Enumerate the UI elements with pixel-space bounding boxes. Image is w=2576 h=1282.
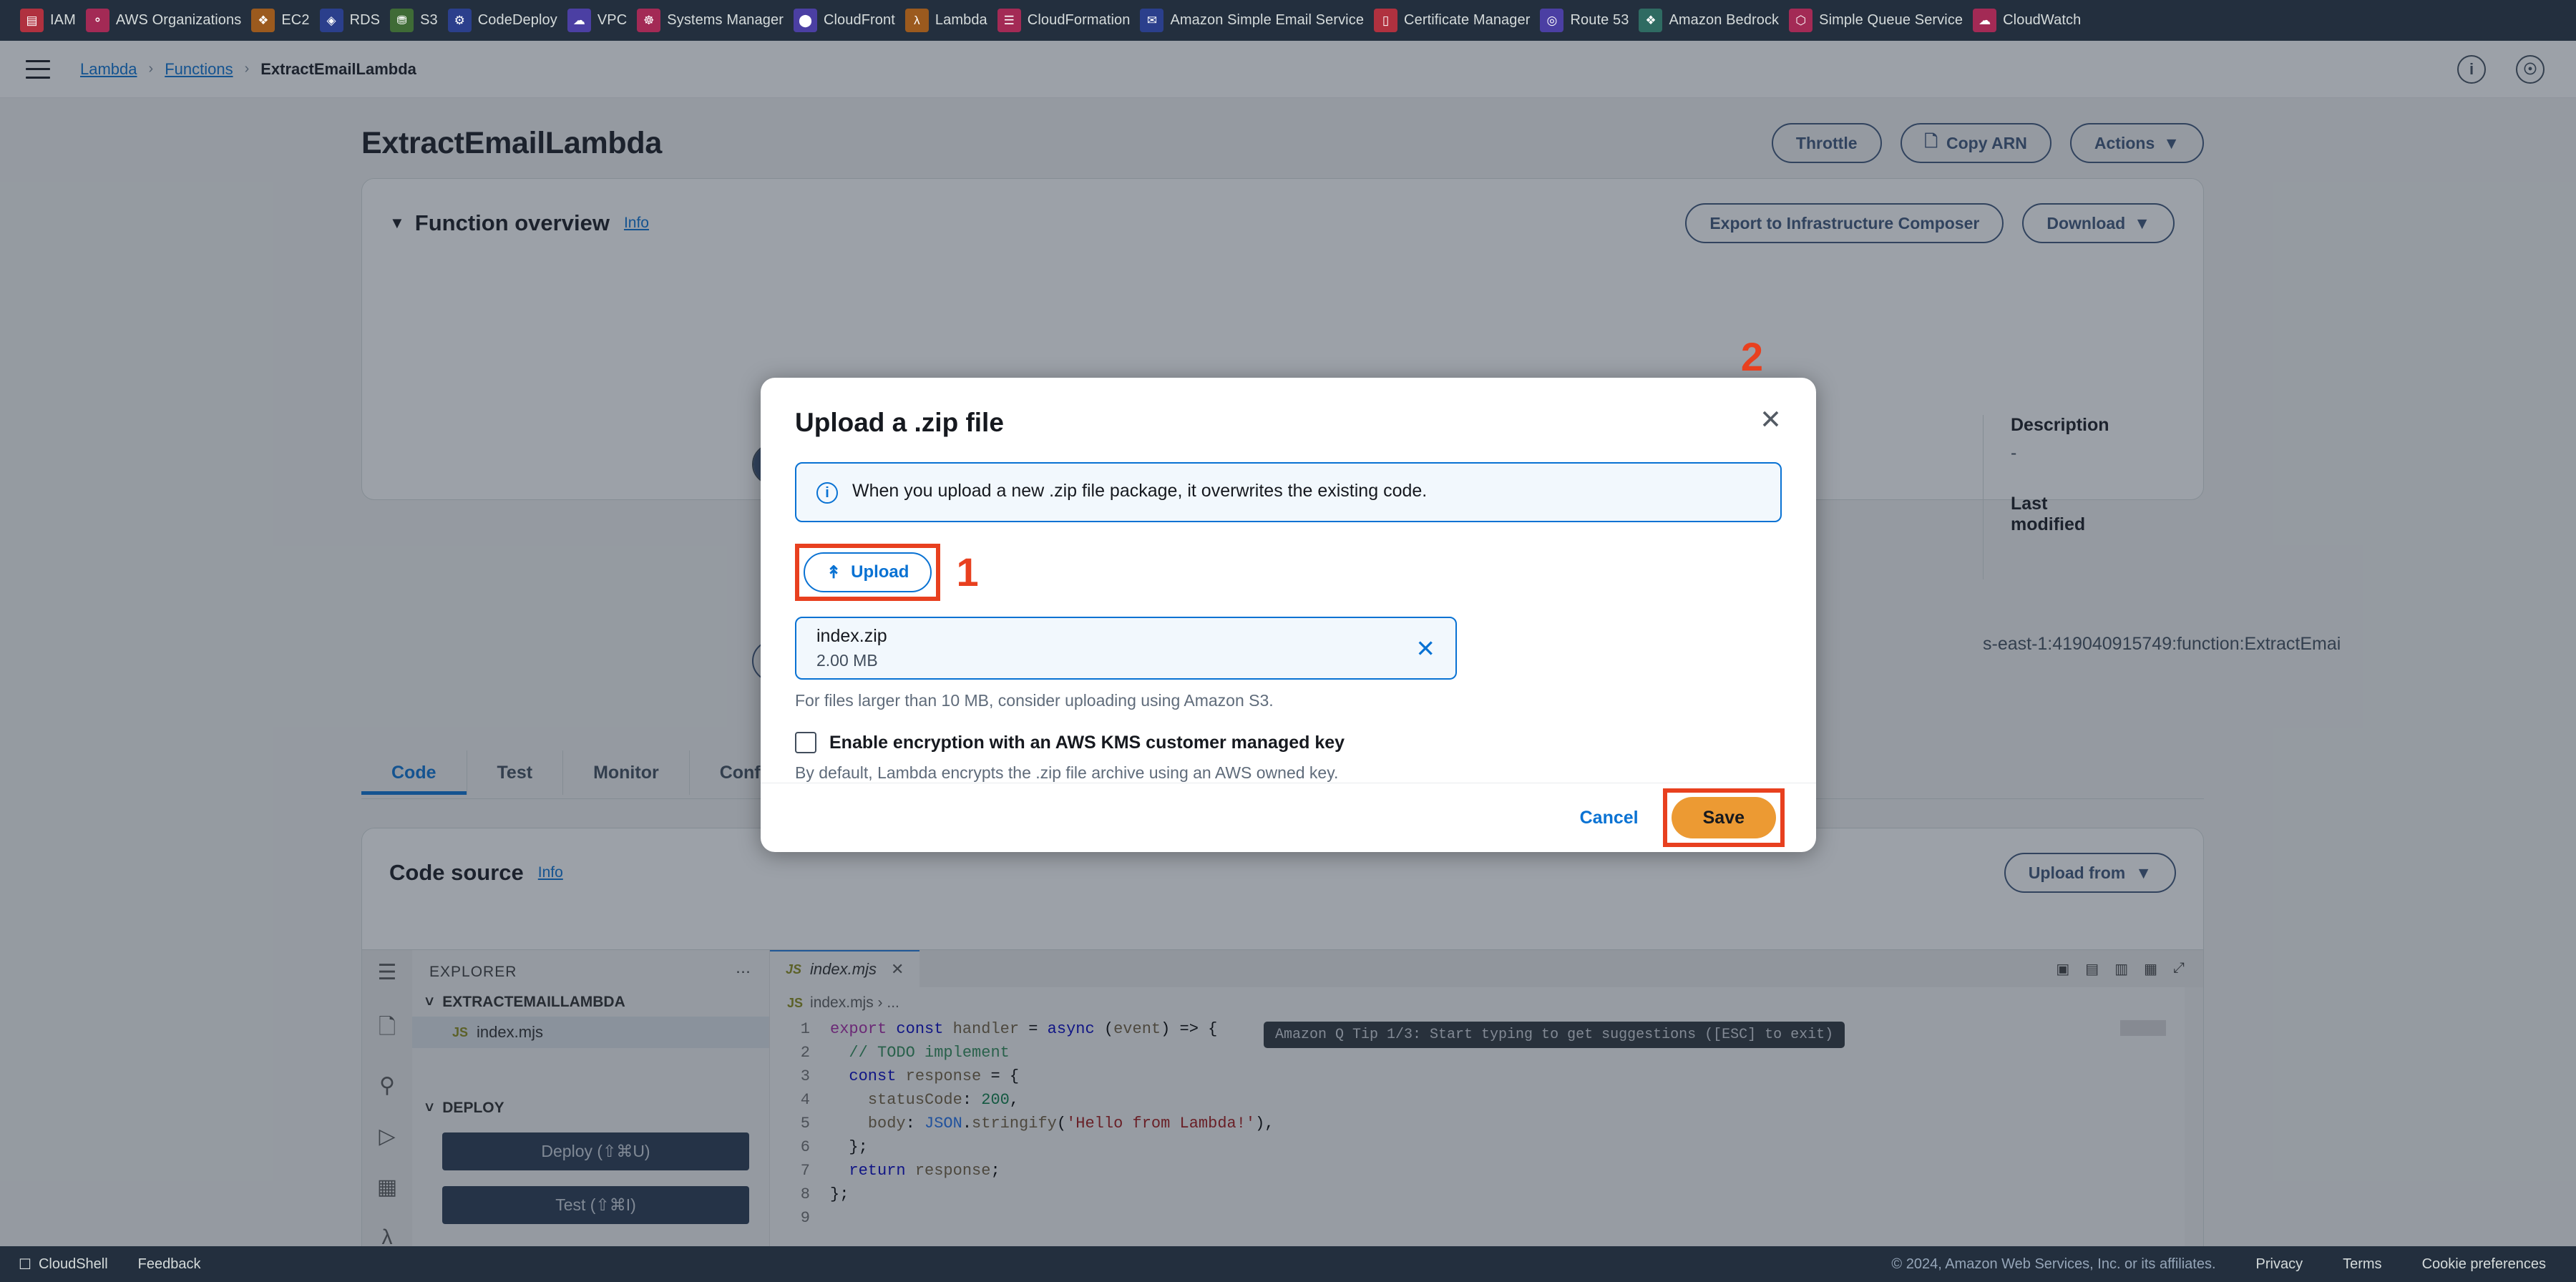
upload-button-label: Upload [851, 562, 909, 582]
service-link-bedrock[interactable]: ❖ Amazon Bedrock [1639, 9, 1789, 32]
service-label: AWS Organizations [115, 12, 242, 28]
service-label: IAM [50, 12, 76, 28]
lambda-icon: λ [904, 9, 929, 32]
ses-icon: ✉ [1140, 9, 1164, 32]
route53-icon: ◎ [1540, 9, 1564, 32]
kms-encryption-checkbox[interactable] [795, 732, 816, 753]
service-label: EC2 [281, 12, 310, 28]
service-label: Lambda [935, 12, 987, 28]
cloudshell-button[interactable]: ☐ CloudShell [19, 1256, 108, 1273]
codedeploy-icon: ⚙ [447, 9, 472, 32]
service-link-sqs[interactable]: ⬡ Simple Queue Service [1789, 9, 1973, 32]
save-button[interactable]: Save [1671, 797, 1776, 838]
close-icon[interactable]: ✕ [1760, 406, 1782, 433]
service-label: VPC [597, 12, 628, 28]
step-2-annotation: 2 [1740, 334, 1763, 379]
step-1-annotation: 1 [956, 549, 979, 594]
systems-manager-icon: ☸ [637, 9, 661, 32]
remove-file-icon[interactable]: ✕ [1415, 635, 1435, 662]
alert-text: When you upload a new .zip file package,… [852, 481, 1428, 501]
modal-title: Upload a .zip file [795, 408, 1004, 437]
cloudshell-label: CloudShell [38, 1256, 108, 1272]
bedrock-icon: ❖ [1639, 9, 1663, 32]
service-link-s3[interactable]: ⛃ S3 [390, 9, 448, 32]
service-label: Systems Manager [667, 12, 784, 28]
cloudwatch-icon: ☁ [1973, 9, 1997, 32]
service-label: RDS [349, 12, 381, 28]
service-link-ec2[interactable]: ❖ EC2 [251, 9, 319, 32]
service-label: Simple Queue Service [1819, 12, 1963, 28]
terms-link[interactable]: Terms [2343, 1256, 2381, 1273]
service-link-iam[interactable]: ▤ IAM [20, 9, 86, 32]
service-link-organizations[interactable]: ⚬ AWS Organizations [85, 9, 251, 32]
service-label: CloudFormation [1027, 12, 1131, 28]
cloudformation-icon: ☰ [997, 9, 1021, 32]
service-link-vpc[interactable]: ☁ VPC [567, 9, 637, 32]
cookie-preferences-link[interactable]: Cookie preferences [2422, 1256, 2546, 1273]
service-label: CloudFront [823, 12, 895, 28]
selected-file-size: 2.00 MB [816, 651, 878, 670]
service-label: Route 53 [1570, 12, 1629, 28]
organizations-icon: ⚬ [85, 9, 109, 32]
kms-encryption-label: Enable encryption with an AWS KMS custom… [829, 732, 1345, 753]
file-size-hint: For files larger than 10 MB, consider up… [795, 691, 1274, 710]
rds-icon: ◈ [319, 9, 343, 32]
s3-icon: ⛃ [390, 9, 414, 32]
service-label: Amazon Simple Email Service [1170, 12, 1365, 28]
upload-arrow-icon: ↟ [826, 562, 841, 582]
service-link-systems-manager[interactable]: ☸ Systems Manager [637, 9, 794, 32]
service-link-cloudformation[interactable]: ☰ CloudFormation [997, 9, 1141, 32]
ec2-icon: ❖ [251, 9, 275, 32]
info-circle-icon: i [816, 482, 838, 504]
iam-icon: ▤ [20, 9, 44, 32]
overwrite-info-alert: i When you upload a new .zip file packag… [795, 462, 1782, 522]
service-link-cloudwatch[interactable]: ☁ CloudWatch [1973, 9, 2091, 32]
feedback-link[interactable]: Feedback [138, 1256, 201, 1273]
service-link-rds[interactable]: ◈ RDS [319, 9, 391, 32]
cloudfront-icon: ⬤ [793, 9, 817, 32]
service-label: CloudWatch [2003, 12, 2082, 28]
kms-encryption-help: By default, Lambda encrypts the .zip fil… [795, 763, 1339, 782]
service-link-lambda[interactable]: λ Lambda [904, 9, 997, 32]
privacy-link[interactable]: Privacy [2256, 1256, 2303, 1273]
selected-file-name: index.zip [816, 626, 887, 646]
upload-button-highlight: ↟ Upload [795, 544, 941, 601]
save-button-highlight: Save [1662, 788, 1785, 847]
selected-file-chip: index.zip 2.00 MB ✕ [795, 617, 1457, 680]
cancel-button[interactable]: Cancel [1580, 808, 1639, 828]
page-footer: ☐ CloudShell Feedback © 2024, Amazon Web… [0, 1246, 2576, 1282]
service-link-cloudfront[interactable]: ⬤ CloudFront [793, 9, 905, 32]
upload-zip-modal: Upload a .zip file ✕ i When you upload a… [761, 334, 1816, 852]
aws-service-favorites-bar: ▤ IAM ⚬ AWS Organizations ❖ EC2 ◈ RDS ⛃ S3 ⚙ CodeDe… [0, 0, 2576, 41]
upload-button[interactable]: ↟ Upload [804, 552, 932, 592]
service-label: Certificate Manager [1404, 12, 1531, 28]
service-label: S3 [420, 12, 438, 28]
service-link-codedeploy[interactable]: ⚙ CodeDeploy [447, 9, 567, 32]
service-label: CodeDeploy [477, 12, 557, 28]
terminal-icon: ☐ [19, 1256, 31, 1273]
service-label: Amazon Bedrock [1669, 12, 1780, 28]
service-link-ses[interactable]: ✉ Amazon Simple Email Service [1140, 9, 1374, 32]
vpc-icon: ☁ [567, 9, 591, 32]
service-link-certificate-manager[interactable]: ▯ Certificate Manager [1374, 9, 1540, 32]
service-link-route53[interactable]: ◎ Route 53 [1540, 9, 1639, 32]
sqs-icon: ⬡ [1789, 9, 1813, 32]
certificate-manager-icon: ▯ [1374, 9, 1398, 32]
copyright-text: © 2024, Amazon Web Services, Inc. or its… [1891, 1256, 2216, 1272]
modal-footer: 2 Cancel Save [761, 334, 1816, 852]
